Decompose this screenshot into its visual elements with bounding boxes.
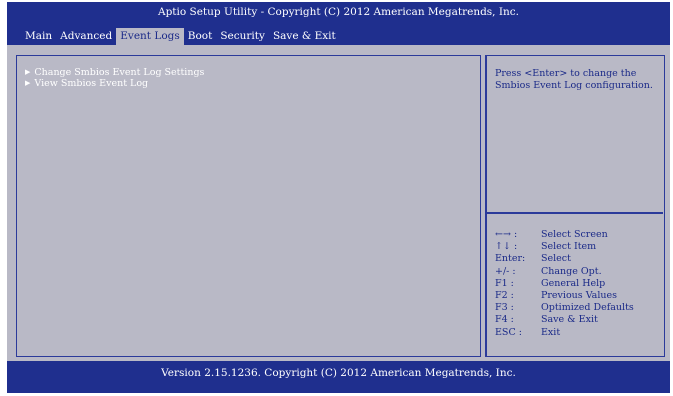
key-label: ←→ : xyxy=(495,229,518,240)
main-area: ▶ Change Smbios Event Log Settings ▶ View … xyxy=(7,45,670,361)
key-row: ↑↓ : Select Item xyxy=(495,241,663,253)
key-description: Select xyxy=(541,253,571,265)
key-description: Optimized Defaults xyxy=(541,302,634,314)
tab-advanced[interactable]: Advanced xyxy=(56,28,116,46)
key-description: Change Opt. xyxy=(541,265,602,277)
tab-boot[interactable]: Boot xyxy=(184,28,217,46)
key-description: Select Screen xyxy=(541,229,608,240)
key-row: +/- : Change Opt. xyxy=(495,266,663,278)
key-row: F2 : Previous Values xyxy=(495,290,663,302)
key-description: General Help xyxy=(541,277,606,289)
help-text: Press <Enter> to change the Smbios Event… xyxy=(495,68,653,91)
key-row: ←→ : Select Screen xyxy=(495,229,663,241)
key-row: F3 : Optimized Defaults xyxy=(495,302,663,314)
title-bar: Aptio Setup Utility - Copyright (C) 2012… xyxy=(157,6,519,18)
submenu-arrow-icon: ▶ xyxy=(25,68,31,76)
menu-item-label: Change Smbios Event Log Settings xyxy=(34,67,205,78)
key-label: F2 : xyxy=(495,290,514,302)
key-row: F1 : General Help xyxy=(495,278,663,290)
key-description: Exit xyxy=(541,326,561,338)
menu-panel: ▶ Change Smbios Event Log Settings ▶ View … xyxy=(16,55,481,357)
tab-save-exit[interactable]: Save & Exit xyxy=(269,28,340,46)
menu-item-view-smbios-event-log[interactable]: ▶ View Smbios Event Log xyxy=(25,78,148,90)
key-description: Previous Values xyxy=(541,290,617,302)
key-description: Save & Exit xyxy=(541,314,598,326)
menu-item-label: View Smbios Event Log xyxy=(34,78,149,89)
help-divider xyxy=(487,212,663,214)
key-description: Select Item xyxy=(541,241,597,253)
footer-version: Version 2.15.1236. Copyright (C) 2012 Am… xyxy=(161,367,516,379)
tab-security[interactable]: Security xyxy=(216,28,269,46)
key-row: ESC : Exit xyxy=(495,327,663,339)
bios-screen: Aptio Setup Utility - Copyright (C) 2012… xyxy=(7,2,670,393)
key-row: F4 : Save & Exit xyxy=(495,314,663,326)
key-label: Enter: xyxy=(495,253,526,265)
key-legend: ←→ : Select Screen ↑↓ : Select Item Ente… xyxy=(495,229,663,339)
tab-event-logs[interactable]: Event Logs xyxy=(116,28,184,46)
tab-main[interactable]: Main xyxy=(21,28,56,46)
key-label: ESC : xyxy=(495,326,522,338)
key-label: F4 : xyxy=(495,314,514,326)
submenu-arrow-icon: ▶ xyxy=(25,79,31,87)
help-panel: Press <Enter> to change the Smbios Event… xyxy=(485,55,665,357)
key-label: F3 : xyxy=(495,302,514,314)
key-label: F1 : xyxy=(495,277,514,289)
tab-bar: Main Advanced Event Logs Boot Security S… xyxy=(21,28,340,46)
key-label: +/- : xyxy=(495,265,516,277)
key-row: Enter: Select xyxy=(495,253,663,265)
key-label: ↑↓ : xyxy=(495,241,518,253)
